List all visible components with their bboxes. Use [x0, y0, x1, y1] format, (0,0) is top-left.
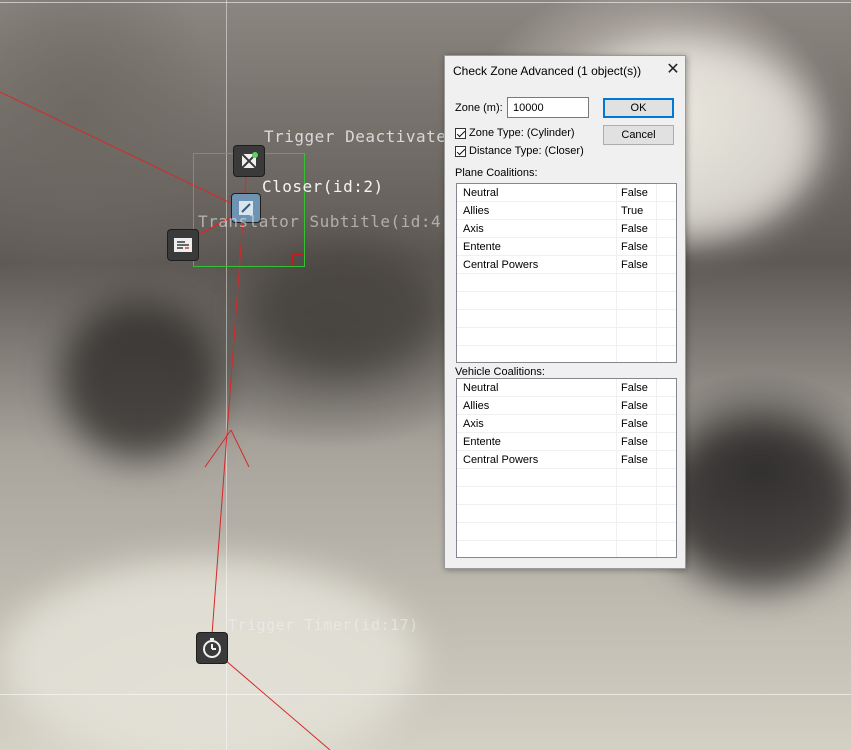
empty-row — [457, 523, 676, 541]
list-item[interactable]: Axis False — [457, 220, 676, 238]
trigger-deactivate-icon — [241, 152, 258, 169]
coalition-name: Allies — [463, 400, 490, 412]
translator-subtitle-label: Translator Subtitle(id:4) — [198, 212, 452, 231]
link-arrow — [230, 429, 250, 468]
plane-coalitions-list[interactable]: Neutral False Allies True Axis False Entente Fa… — [456, 183, 677, 363]
empty-row — [457, 274, 676, 292]
link-line — [210, 647, 331, 750]
coalition-value[interactable]: False — [621, 187, 648, 199]
link-arrow — [204, 429, 232, 468]
coalition-name: Axis — [463, 418, 484, 430]
zone-type-label: Zone Type: (Cylinder) — [469, 127, 575, 139]
check-zone-dialog: Check Zone Advanced (1 object(s)) ✕ Zone… — [444, 55, 686, 569]
list-item[interactable]: Allies True — [457, 202, 676, 220]
dialog-title: Check Zone Advanced (1 object(s)) — [453, 64, 642, 78]
empty-row — [457, 541, 676, 557]
zone-type-checkbox[interactable]: Zone Type: (Cylinder) — [455, 127, 575, 139]
empty-row — [457, 505, 676, 523]
coalition-value[interactable]: False — [621, 400, 648, 412]
cancel-button[interactable]: Cancel — [603, 125, 674, 145]
coalition-name: Neutral — [463, 187, 499, 199]
list-item[interactable]: Entente False — [457, 433, 676, 451]
distance-type-checkbox[interactable]: Distance Type: (Closer) — [455, 145, 584, 157]
close-icon[interactable]: ✕ — [663, 60, 683, 80]
coalition-value[interactable]: False — [621, 436, 648, 448]
empty-row — [457, 487, 676, 505]
empty-row — [457, 292, 676, 310]
checkbox-checked-icon — [455, 127, 466, 139]
plane-coalitions-label: Plane Coalitions: — [455, 167, 538, 179]
coalition-name: Entente — [463, 241, 501, 253]
zone-label: Zone (m): — [455, 102, 503, 114]
vehicle-coalitions-label: Vehicle Coalitions: — [455, 366, 545, 378]
trigger-timer-label: Trigger Timer(id:17) — [228, 616, 419, 634]
checkbox-checked-icon — [455, 145, 466, 157]
list-item[interactable]: Entente False — [457, 238, 676, 256]
editor-viewport[interactable]: Trigger Deactivate Closer(id:2) Translat… — [0, 0, 851, 750]
list-item[interactable]: Neutral False — [457, 184, 676, 202]
empty-row — [457, 310, 676, 328]
list-item[interactable]: Central Powers False — [457, 256, 676, 274]
empty-row — [457, 469, 676, 487]
coalition-name: Central Powers — [463, 454, 539, 466]
coalition-value[interactable]: False — [621, 382, 648, 394]
trigger-deactivate-label: Trigger Deactivate — [264, 127, 447, 146]
translator-subtitle-node[interactable] — [168, 230, 198, 260]
trigger-timer-node[interactable] — [197, 633, 227, 663]
distance-type-label: Distance Type: (Closer) — [469, 145, 584, 157]
ok-button[interactable]: OK — [603, 98, 674, 118]
list-item[interactable]: Allies False — [457, 397, 676, 415]
coalition-name: Neutral — [463, 382, 499, 394]
empty-row — [457, 328, 676, 346]
coalition-value[interactable]: False — [621, 241, 648, 253]
coalition-value[interactable]: False — [621, 418, 648, 430]
empty-row — [457, 346, 676, 362]
resize-handle[interactable] — [292, 254, 304, 266]
vehicle-coalitions-list[interactable]: Neutral False Allies False Axis False Entente F… — [456, 378, 677, 558]
coalition-value[interactable]: False — [621, 223, 648, 235]
coalition-name: Entente — [463, 436, 501, 448]
list-item[interactable]: Axis False — [457, 415, 676, 433]
coalition-value[interactable]: False — [621, 259, 648, 271]
coalition-name: Central Powers — [463, 259, 539, 271]
coalition-name: Axis — [463, 223, 484, 235]
closer-label: Closer(id:2) — [262, 177, 384, 196]
list-item[interactable]: Neutral False — [457, 379, 676, 397]
coalition-value[interactable]: True — [621, 205, 643, 217]
link-lines — [0, 91, 331, 750]
subtitle-icon — [174, 238, 192, 252]
coalition-value[interactable]: False — [621, 454, 648, 466]
zone-input[interactable] — [507, 97, 589, 118]
list-item[interactable]: Central Powers False — [457, 451, 676, 469]
coalition-name: Allies — [463, 205, 490, 217]
trigger-deactivate-node[interactable] — [234, 146, 264, 176]
timer-icon — [203, 638, 221, 658]
